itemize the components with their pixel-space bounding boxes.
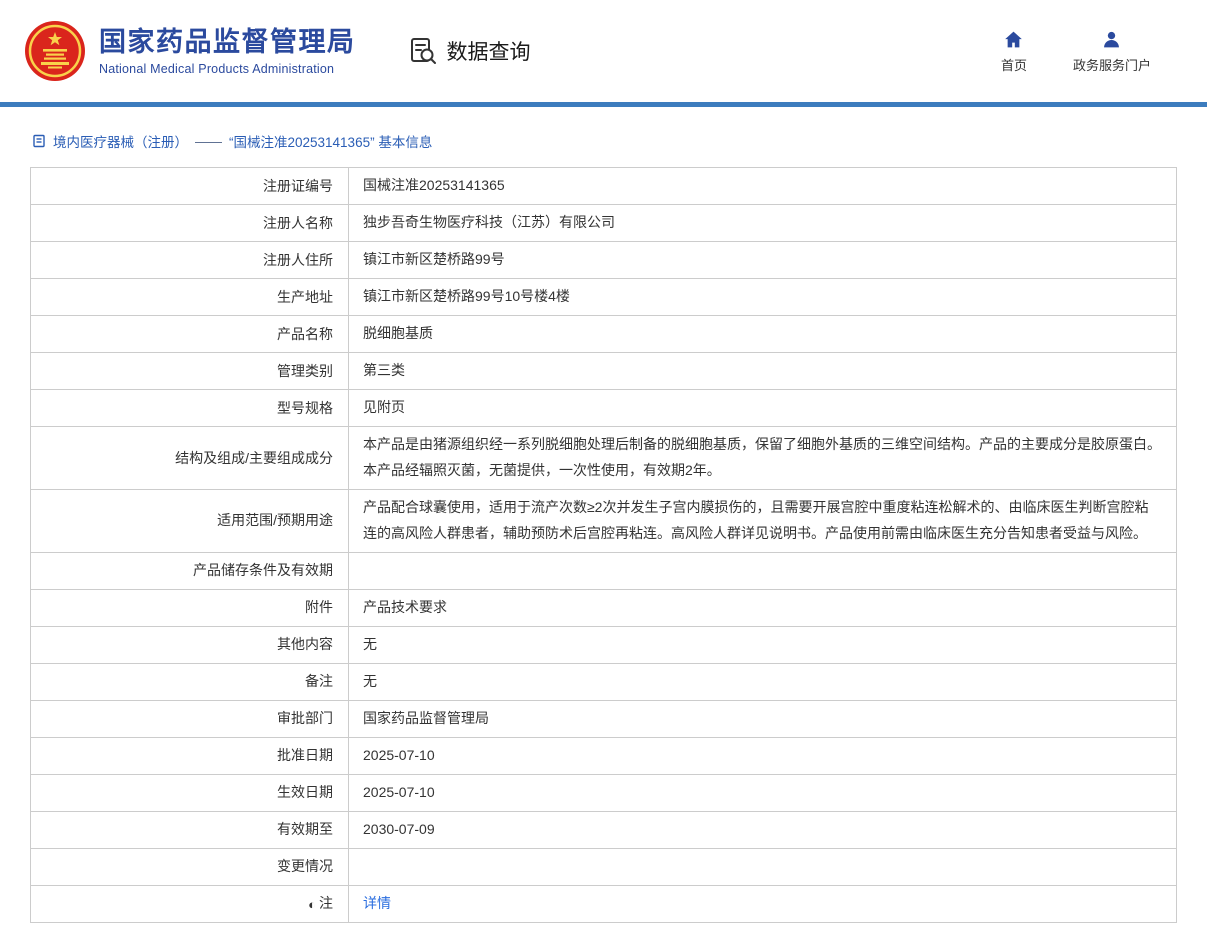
row-label: 变更情况 <box>31 848 349 885</box>
row-value: 无 <box>349 663 1177 700</box>
row-value: 脱细胞基质 <box>349 316 1177 353</box>
row-value: 无 <box>349 626 1177 663</box>
table-row: 产品储存条件及有效期 <box>31 552 1177 589</box>
table-row: 适用范围/预期用途产品配合球囊使用，适用于流产次数≥2次并发生子宫内膜损伤的，且… <box>31 489 1177 552</box>
detail-link[interactable]: 详情 <box>363 895 391 911</box>
row-value <box>349 552 1177 589</box>
nav-portal-label: 政务服务门户 <box>1073 55 1151 74</box>
row-value: 产品技术要求 <box>349 589 1177 626</box>
table-row: 审批部门国家药品监督管理局 <box>31 700 1177 737</box>
row-value: 2025-07-10 <box>349 774 1177 811</box>
table-row: 附件产品技术要求 <box>31 589 1177 626</box>
table-row: 备注无 <box>31 663 1177 700</box>
row-value: 产品配合球囊使用，适用于流产次数≥2次并发生子宫内膜损伤的，且需要开展宫腔中重度… <box>349 489 1177 552</box>
row-label: 产品储存条件及有效期 <box>31 552 349 589</box>
table-row: 注册人名称独步吾奇生物医疗科技（江苏）有限公司 <box>31 205 1177 242</box>
info-table: 注册证编号国械注准20253141365注册人名称独步吾奇生物医疗科技（江苏）有… <box>30 167 1177 923</box>
row-value: 2025-07-10 <box>349 737 1177 774</box>
nav-home-label: 首页 <box>1001 55 1027 74</box>
site-header: 国家药品监督管理局 National Medical Products Admi… <box>0 0 1207 102</box>
row-value: 第三类 <box>349 353 1177 390</box>
row-value: 详情 <box>349 885 1177 922</box>
row-value: 独步吾奇生物医疗科技（江苏）有限公司 <box>349 205 1177 242</box>
row-label: ◐注 <box>31 885 349 922</box>
national-emblem-icon <box>24 20 86 82</box>
row-value: 见附页 <box>349 390 1177 427</box>
org-name-cn: 国家药品监督管理局 <box>99 26 356 58</box>
table-row: ◐注详情 <box>31 885 1177 922</box>
nav-home[interactable]: 首页 <box>1001 29 1027 74</box>
row-label: 结构及组成/主要组成成分 <box>31 427 349 490</box>
row-value: 本产品是由猪源组织经一系列脱细胞处理后制备的脱细胞基质，保留了细胞外基质的三维空… <box>349 427 1177 490</box>
row-value: 镇江市新区楚桥路99号 <box>349 242 1177 279</box>
half-circle-icon: ◐ <box>308 895 316 916</box>
table-row: 型号规格见附页 <box>31 390 1177 427</box>
row-label: 有效期至 <box>31 811 349 848</box>
row-label: 注册人住所 <box>31 242 349 279</box>
document-icon <box>32 134 46 148</box>
person-icon <box>1101 29 1122 50</box>
row-value: 2030-07-09 <box>349 811 1177 848</box>
breadcrumb-current: “国械注准20253141365” 基本信息 <box>229 131 432 151</box>
table-row: 生产地址镇江市新区楚桥路99号10号楼4楼 <box>31 279 1177 316</box>
row-label: 注册人名称 <box>31 205 349 242</box>
info-table-body: 注册证编号国械注准20253141365注册人名称独步吾奇生物医疗科技（江苏）有… <box>31 168 1177 923</box>
nmpa-logo[interactable]: 国家药品监督管理局 National Medical Products Admi… <box>24 20 356 82</box>
row-value: 国械注准20253141365 <box>349 168 1177 205</box>
row-label: 管理类别 <box>31 353 349 390</box>
table-row: 管理类别第三类 <box>31 353 1177 390</box>
row-label: 注册证编号 <box>31 168 349 205</box>
table-row: 注册人住所镇江市新区楚桥路99号 <box>31 242 1177 279</box>
row-label: 生效日期 <box>31 774 349 811</box>
table-row: 有效期至2030-07-09 <box>31 811 1177 848</box>
row-label: 产品名称 <box>31 316 349 353</box>
row-label: 适用范围/预期用途 <box>31 489 349 552</box>
table-row: 结构及组成/主要组成成分本产品是由猪源组织经一系列脱细胞处理后制备的脱细胞基质，… <box>31 427 1177 490</box>
table-row: 产品名称脱细胞基质 <box>31 316 1177 353</box>
breadcrumb: 境内医疗器械（注册） —— “国械注准20253141365” 基本信息 <box>30 107 1177 165</box>
row-label: 型号规格 <box>31 390 349 427</box>
breadcrumb-category[interactable]: 境内医疗器械（注册） <box>53 131 188 151</box>
row-label: 生产地址 <box>31 279 349 316</box>
table-row: 生效日期2025-07-10 <box>31 774 1177 811</box>
table-row: 变更情况 <box>31 848 1177 885</box>
row-label: 审批部门 <box>31 700 349 737</box>
header-nav: 首页 政务服务门户 <box>1001 29 1181 74</box>
row-value: 镇江市新区楚桥路99号10号楼4楼 <box>349 279 1177 316</box>
home-icon <box>1003 29 1024 50</box>
table-row: 批准日期2025-07-10 <box>31 737 1177 774</box>
org-name-en: National Medical Products Administration <box>99 62 356 76</box>
row-value: 国家药品监督管理局 <box>349 700 1177 737</box>
table-row: 其他内容无 <box>31 626 1177 663</box>
nav-portal[interactable]: 政务服务门户 <box>1073 29 1151 74</box>
row-label: 备注 <box>31 663 349 700</box>
row-value <box>349 848 1177 885</box>
data-query-title: 数据查询 <box>408 36 531 66</box>
row-label: 批准日期 <box>31 737 349 774</box>
row-label: 其他内容 <box>31 626 349 663</box>
data-query-label: 数据查询 <box>447 36 531 66</box>
table-row: 注册证编号国械注准20253141365 <box>31 168 1177 205</box>
row-label: 附件 <box>31 589 349 626</box>
breadcrumb-separator: —— <box>195 134 222 149</box>
data-query-icon <box>408 36 438 66</box>
